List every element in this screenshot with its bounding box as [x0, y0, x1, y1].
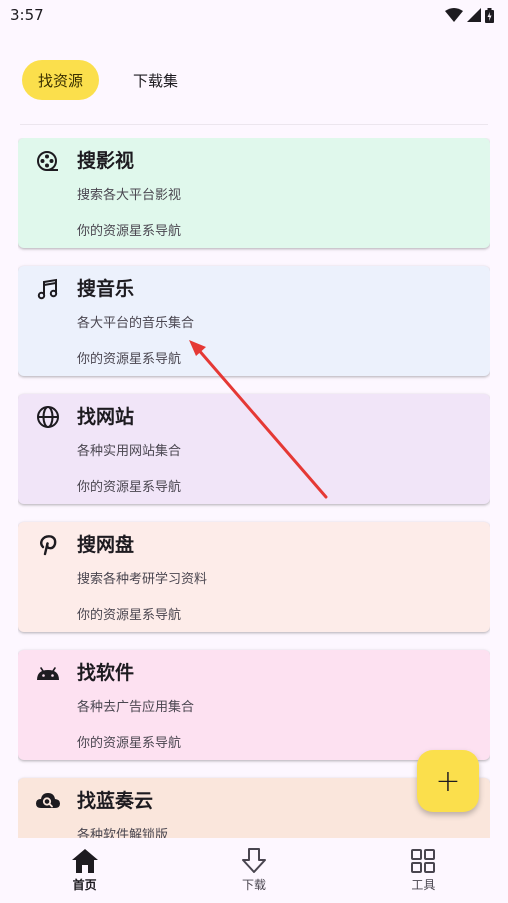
card-description: 搜索各大平台影视	[77, 188, 182, 203]
download-icon	[241, 848, 266, 873]
card-subtitle: 你的资源星系导航	[77, 736, 182, 751]
nav-tools[interactable]: 工具	[339, 838, 508, 903]
card-subtitle: 你的资源星系导航	[77, 352, 182, 367]
pinterest-icon	[35, 532, 61, 558]
tab-find-resources[interactable]: 找资源	[22, 60, 100, 100]
card-description: 各种软件解锁版	[77, 828, 169, 838]
top-tabs: 找资源 下载集	[22, 60, 194, 100]
divider	[20, 124, 488, 125]
home-icon	[71, 849, 98, 873]
card-description: 搜索各种考研学习资料	[77, 572, 208, 587]
card-description: 各种实用网站集合	[77, 444, 182, 459]
card-websites[interactable]: 找网站 各种实用网站集合 你的资源星系导航	[18, 394, 490, 504]
resource-list: 搜影视 搜索各大平台影视 你的资源星系导航 搜音乐 各大平台的音乐集合 你的资源…	[18, 138, 490, 838]
cell-signal-icon	[467, 8, 481, 22]
add-button[interactable]: +	[417, 750, 479, 812]
nav-home-label: 首页	[72, 878, 97, 892]
status-bar: 3:57	[0, 0, 508, 30]
film-reel-icon	[35, 148, 61, 174]
card-title: 找软件	[77, 662, 135, 684]
card-description: 各种去广告应用集合	[77, 700, 195, 715]
globe-icon	[35, 404, 61, 430]
card-title: 搜音乐	[77, 278, 135, 300]
nav-tools-label: 工具	[411, 878, 436, 892]
card-title: 找网站	[77, 406, 135, 428]
card-software[interactable]: 找软件 各种去广告应用集合 你的资源星系导航	[18, 650, 490, 760]
bottom-nav: 首页 下载 工具	[0, 838, 508, 903]
plus-label: +	[435, 763, 461, 799]
card-music[interactable]: 搜音乐 各大平台的音乐集合 你的资源星系导航	[18, 266, 490, 376]
card-title: 找蓝奏云	[77, 790, 154, 812]
card-netdisk[interactable]: 搜网盘 搜索各种考研学习资料 你的资源星系导航	[18, 522, 490, 632]
card-description: 各大平台的音乐集合	[77, 316, 195, 331]
wifi-icon	[445, 8, 463, 22]
nav-home[interactable]: 首页	[0, 838, 169, 903]
card-subtitle: 你的资源星系导航	[77, 608, 182, 623]
card-subtitle: 你的资源星系导航	[77, 224, 182, 239]
nav-download-label: 下载	[241, 878, 266, 892]
tab-downloads[interactable]: 下载集	[117, 60, 194, 100]
nav-download[interactable]: 下载	[169, 838, 338, 903]
music-note-icon	[35, 276, 61, 302]
card-title: 搜影视	[77, 150, 135, 172]
cloud-search-icon	[35, 788, 61, 814]
battery-icon	[485, 7, 494, 23]
android-icon	[35, 660, 61, 686]
status-icons	[445, 7, 494, 23]
status-time: 3:57	[10, 6, 44, 24]
card-title: 搜网盘	[77, 534, 135, 556]
card-video[interactable]: 搜影视 搜索各大平台影视 你的资源星系导航	[18, 138, 490, 248]
card-subtitle: 你的资源星系导航	[77, 480, 182, 495]
grid-icon	[411, 849, 436, 873]
